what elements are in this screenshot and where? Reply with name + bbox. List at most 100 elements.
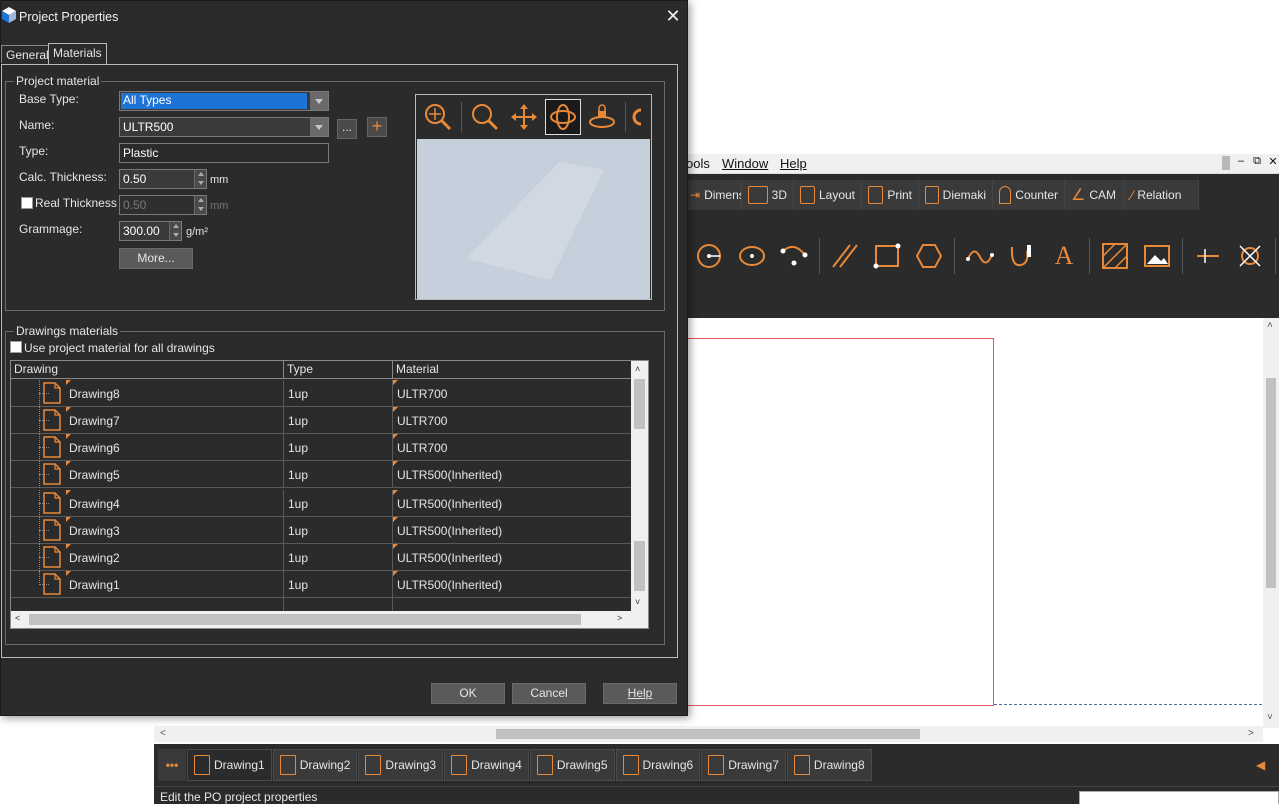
material-cell[interactable]: ULTR700 xyxy=(393,407,632,434)
table-horizontal-scrollbar[interactable]: < > xyxy=(11,611,648,628)
rectangle-tool-icon[interactable] xyxy=(867,236,907,276)
table-vertical-scrollbar[interactable]: ˄ ˅ xyxy=(631,361,648,611)
parallel-line-tool-icon[interactable] xyxy=(825,236,865,276)
table-row[interactable]: Drawing8 1up ULTR700 xyxy=(11,380,632,407)
menu-help[interactable]: Help xyxy=(780,156,807,171)
browse-material-button[interactable]: ... xyxy=(337,119,357,139)
ribbon-tab-relation[interactable]: ∕ Relation xyxy=(1125,180,1199,210)
table-row[interactable]: Drawing7 1up ULTR700 xyxy=(11,407,632,434)
scroll-down-icon[interactable]: ˅ xyxy=(1267,712,1273,723)
circle-center-tool-icon[interactable] xyxy=(690,236,730,276)
table-row[interactable]: Drawing1 1up ULTR500(Inherited) xyxy=(11,571,632,598)
dimension-line-tool-icon[interactable] xyxy=(1188,236,1228,276)
column-header-material[interactable]: Material xyxy=(393,361,632,379)
drawing-tab-4[interactable]: Drawing4 xyxy=(444,749,529,781)
ribbon-tab-dimension[interactable]: ⇥Dimensi xyxy=(684,180,742,210)
spinner-icon[interactable] xyxy=(169,222,181,240)
ok-button[interactable]: OK xyxy=(431,683,505,704)
image-tool-icon[interactable] xyxy=(1137,236,1177,276)
material-cell[interactable]: ULTR500(Inherited) xyxy=(393,490,632,517)
scroll-thumb[interactable] xyxy=(1266,378,1276,588)
menu-tools[interactable]: ools xyxy=(686,156,710,171)
spline-tool-icon[interactable] xyxy=(960,236,1000,276)
ribbon-tab-counter[interactable]: Counter xyxy=(993,180,1065,210)
table-row[interactable]: Drawing4 1up ULTR500(Inherited) xyxy=(11,490,632,517)
name-select[interactable]: ULTR500 xyxy=(119,117,329,137)
drawing-tab-5[interactable]: Drawing5 xyxy=(529,749,615,781)
ellipse-tool-icon[interactable] xyxy=(732,236,772,276)
more-button[interactable]: More... xyxy=(119,248,193,269)
menu-window[interactable]: Window xyxy=(722,156,768,171)
cancel-button[interactable]: Cancel xyxy=(512,683,586,704)
scroll-left-icon[interactable]: < xyxy=(160,728,166,739)
drawing-tab-7[interactable]: Drawing7 xyxy=(701,749,786,781)
pan-icon[interactable] xyxy=(506,99,542,135)
material-cell[interactable]: ULTR500(Inherited) xyxy=(393,571,632,598)
drawing-tab-6[interactable]: Drawing6 xyxy=(615,749,701,781)
scroll-thumb[interactable] xyxy=(496,729,920,739)
scroll-thumb[interactable] xyxy=(634,379,645,429)
help-button[interactable]: Help xyxy=(603,683,677,704)
scroll-down-icon[interactable]: ˅ xyxy=(635,597,640,607)
scroll-left-icon[interactable]: < xyxy=(15,613,20,623)
text-tool-icon[interactable]: A xyxy=(1044,236,1084,276)
material-cell[interactable]: ULTR500(Inherited) xyxy=(393,544,632,571)
hatch-tool-icon[interactable] xyxy=(1095,236,1135,276)
use-project-material-checkbox[interactable] xyxy=(10,341,22,353)
close-icon[interactable]: ✕ xyxy=(1264,155,1279,171)
dialog-titlebar[interactable]: Project Properties ✕ xyxy=(1,1,687,33)
scroll-thumb[interactable] xyxy=(29,614,581,625)
column-header-type[interactable]: Type xyxy=(284,361,393,379)
freehand-tool-icon[interactable] xyxy=(1002,236,1042,276)
view-more-icon[interactable] xyxy=(631,99,641,135)
ribbon-tab-diemaking[interactable]: Diemaki xyxy=(919,180,993,210)
ribbon-tab-layout[interactable]: Layout xyxy=(794,180,862,210)
table-row[interactable]: Drawing6 1up ULTR700 xyxy=(11,434,632,461)
drawing-tab-8[interactable]: Drawing8 xyxy=(786,749,872,781)
drawing-tab-1[interactable]: Drawing1 xyxy=(187,749,272,781)
drawing-tab-3[interactable]: Drawing3 xyxy=(358,749,444,781)
drawing-tab-2[interactable]: Drawing2 xyxy=(272,749,358,781)
zoom-window-icon[interactable] xyxy=(420,99,456,135)
tab-general[interactable]: General xyxy=(1,45,54,63)
calc-thickness-input[interactable]: 0.50 xyxy=(119,169,207,189)
scroll-right-icon[interactable]: > xyxy=(1248,728,1254,739)
type-label: Type: xyxy=(19,144,49,158)
scroll-thumb[interactable] xyxy=(634,541,645,591)
scroll-up-icon[interactable]: ˄ xyxy=(635,364,640,374)
scroll-up-icon[interactable]: ˄ xyxy=(1267,320,1273,331)
column-header-drawing[interactable]: Drawing xyxy=(11,361,284,379)
material-cell[interactable]: ULTR700 xyxy=(393,434,632,461)
spinner-icon[interactable] xyxy=(194,170,206,188)
arc-points-tool-icon[interactable] xyxy=(774,236,814,276)
rotate-3d-icon[interactable] xyxy=(545,99,581,135)
type-field[interactable]: Plastic xyxy=(119,143,329,163)
tabs-scroll-left-icon[interactable]: ◀ xyxy=(1256,758,1265,772)
polygon-tool-icon[interactable] xyxy=(909,236,949,276)
material-cell[interactable]: ULTR500(Inherited) xyxy=(393,517,632,544)
canvas-horizontal-scrollbar[interactable]: < > xyxy=(154,726,1263,742)
zoom-icon[interactable] xyxy=(467,99,503,135)
chevron-down-icon[interactable] xyxy=(310,118,328,136)
material-cell[interactable]: ULTR500(Inherited) xyxy=(393,461,632,488)
ribbon-tab-cam[interactable]: ∠ CAM xyxy=(1065,180,1125,210)
gramage-input[interactable]: 300.00 xyxy=(119,221,182,241)
rotate-locked-icon[interactable] xyxy=(584,99,620,135)
scroll-right-icon[interactable]: > xyxy=(617,613,622,623)
table-row[interactable]: Drawing2 1up ULTR500(Inherited) xyxy=(11,544,632,571)
table-row[interactable]: Drawing3 1up ULTR500(Inherited) xyxy=(11,517,632,544)
more-tabs-button[interactable]: ••• xyxy=(158,749,186,781)
3d-viewport[interactable] xyxy=(417,139,650,299)
table-row[interactable]: Drawing5 1up ULTR500(Inherited) xyxy=(11,461,632,488)
intersect-tool-icon[interactable] xyxy=(1230,236,1270,276)
chevron-down-icon[interactable] xyxy=(310,92,328,110)
canvas-vertical-scrollbar[interactable]: ˄ ˅ xyxy=(1263,318,1279,728)
add-material-button[interactable]: + xyxy=(367,117,387,137)
base-type-select[interactable]: All Types xyxy=(119,91,329,111)
close-icon[interactable]: ✕ xyxy=(663,6,683,26)
material-cell[interactable]: ULTR700 xyxy=(393,380,632,407)
ribbon-tab-3d[interactable]: 3D xyxy=(742,180,794,210)
real-thickness-checkbox[interactable] xyxy=(21,197,33,209)
ribbon-tab-print[interactable]: Print xyxy=(862,180,919,210)
tab-materials[interactable]: Materials xyxy=(48,43,107,65)
